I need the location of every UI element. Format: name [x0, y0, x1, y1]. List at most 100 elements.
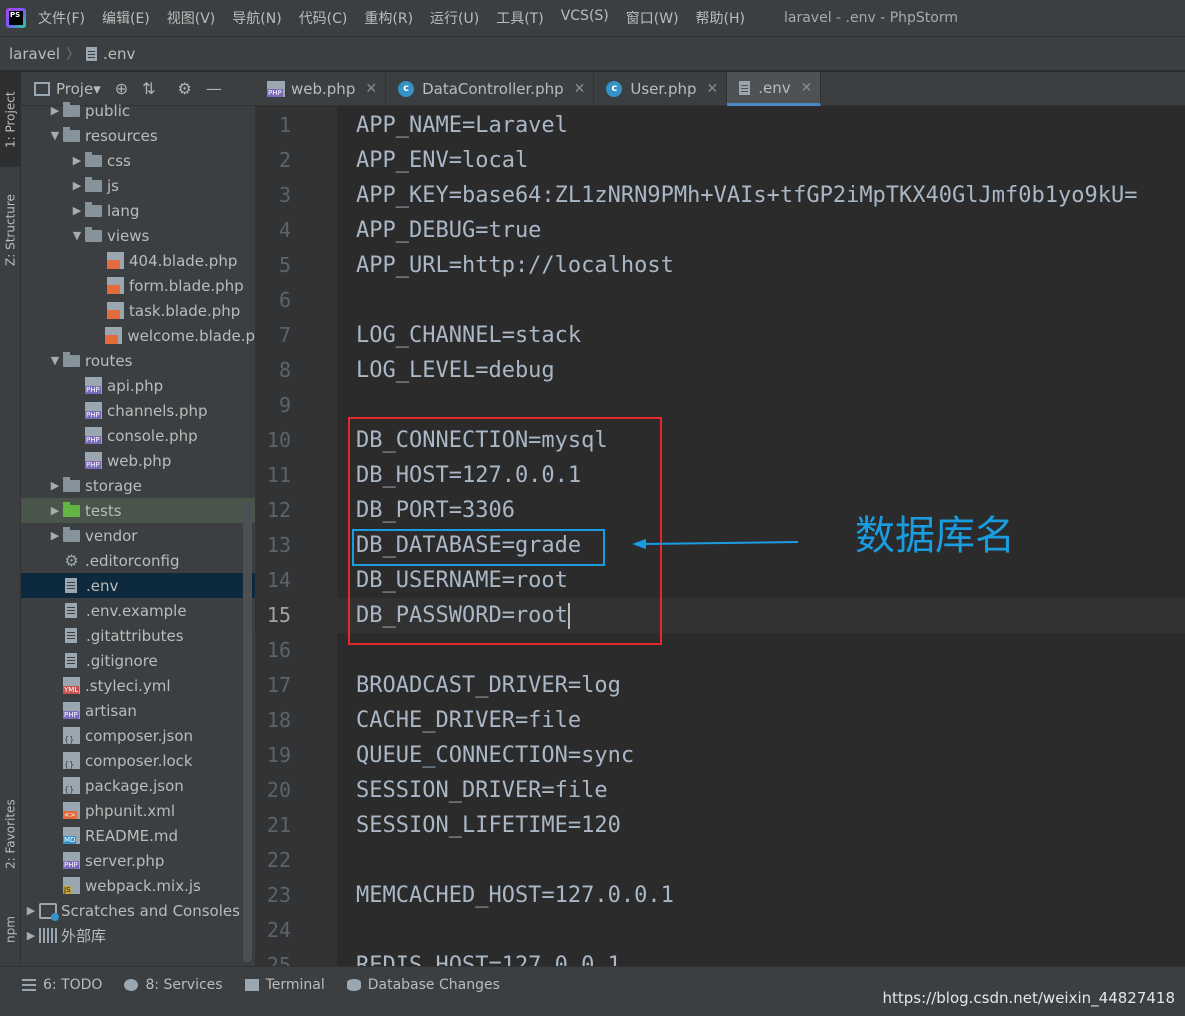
- tree-item[interactable]: ▼ routes: [21, 348, 255, 373]
- menu-item[interactable]: 编辑(E): [102, 8, 150, 28]
- menu-item[interactable]: VCS(S): [561, 8, 609, 28]
- collapsed-arrow-icon[interactable]: ▶: [47, 529, 63, 542]
- tree-item[interactable]: .gitattributes: [21, 623, 255, 648]
- breadcrumb-file[interactable]: .env: [103, 45, 135, 63]
- project-view-selector[interactable]: Proje▾: [56, 80, 101, 98]
- tree-item[interactable]: .gitignore: [21, 648, 255, 673]
- tree-item[interactable]: ⚙ .editorconfig: [21, 548, 255, 573]
- code-line[interactable]: 5 APP_URL=http://localhost: [255, 248, 1185, 283]
- tree-item[interactable]: ▶ lang: [21, 198, 255, 223]
- menu-item[interactable]: 窗口(W): [626, 8, 679, 28]
- tree-item[interactable]: ▶ js: [21, 173, 255, 198]
- tree-item[interactable]: webpack.mix.js: [21, 873, 255, 898]
- collapse-all-icon[interactable]: ⇅: [142, 79, 155, 98]
- code-line[interactable]: 3 APP_KEY=base64:ZL1zNRN9PMh+VAIs+tfGP2iM…: [255, 178, 1185, 213]
- tree-item[interactable]: server.php: [21, 848, 255, 873]
- editor-tab[interactable]: .env ✕: [727, 72, 822, 106]
- collapsed-arrow-icon[interactable]: ▶: [69, 154, 85, 167]
- collapsed-arrow-icon[interactable]: ▶: [23, 929, 39, 942]
- code-line[interactable]: 6: [255, 283, 1185, 318]
- project-tool-button[interactable]: 1: Project: [0, 72, 21, 167]
- editor-tab[interactable]: c DataController.php ✕: [386, 72, 595, 106]
- tree-item[interactable]: ▶ Scratches and Consoles: [21, 898, 255, 923]
- project-tree-scrollbar[interactable]: [243, 502, 252, 962]
- npm-tool-button[interactable]: npm: [0, 900, 21, 960]
- collapsed-arrow-icon[interactable]: ▶: [47, 104, 63, 117]
- menu-item[interactable]: 代码(C): [299, 8, 348, 28]
- code-line[interactable]: 8 LOG_LEVEL=debug: [255, 353, 1185, 388]
- collapsed-arrow-icon[interactable]: ▶: [47, 479, 63, 492]
- collapsed-arrow-icon[interactable]: ▶: [69, 179, 85, 192]
- hide-panel-icon[interactable]: —: [206, 79, 222, 98]
- code-line[interactable]: 4 APP_DEBUG=true: [255, 213, 1185, 248]
- favorites-tool-button[interactable]: 2: Favorites: [0, 784, 21, 884]
- code-line[interactable]: 25 REDIS_HOST=127.0.0.1: [255, 948, 1185, 966]
- close-tab-icon[interactable]: ✕: [574, 81, 586, 97]
- collapsed-arrow-icon[interactable]: ▶: [69, 204, 85, 217]
- tree-item[interactable]: web.php: [21, 448, 255, 473]
- collapsed-arrow-icon[interactable]: ▶: [47, 504, 63, 517]
- tree-item[interactable]: package.json: [21, 773, 255, 798]
- locate-file-icon[interactable]: ⊕: [115, 79, 128, 98]
- bottom-tool-tab[interactable]: 8: Services: [124, 977, 223, 993]
- tree-item[interactable]: channels.php: [21, 398, 255, 423]
- tree-item[interactable]: ▶ storage: [21, 473, 255, 498]
- code-line[interactable]: 2 APP_ENV=local: [255, 143, 1185, 178]
- settings-gear-icon[interactable]: ⚙: [178, 79, 192, 98]
- editor-tab[interactable]: web.php ✕: [255, 72, 387, 106]
- tree-item-label: public: [85, 101, 131, 120]
- code-line[interactable]: 18 CACHE_DRIVER=file: [255, 703, 1185, 738]
- tree-item[interactable]: ▶ 外部库: [21, 923, 255, 948]
- menu-item[interactable]: 工具(T): [496, 8, 543, 28]
- tree-item[interactable]: artisan: [21, 698, 255, 723]
- code-line[interactable]: 24: [255, 913, 1185, 948]
- menu-item[interactable]: 文件(F): [38, 8, 85, 28]
- menu-item[interactable]: 重构(R): [364, 8, 413, 28]
- close-tab-icon[interactable]: ✕: [801, 80, 813, 96]
- tree-item[interactable]: ▶ tests: [21, 498, 255, 523]
- tree-item[interactable]: form.blade.php: [21, 273, 255, 298]
- tree-item[interactable]: 404.blade.php: [21, 248, 255, 273]
- code-line[interactable]: 19 QUEUE_CONNECTION=sync: [255, 738, 1185, 773]
- code-line[interactable]: 23 MEMCACHED_HOST=127.0.0.1: [255, 878, 1185, 913]
- code-line[interactable]: 17 BROADCAST_DRIVER=log: [255, 668, 1185, 703]
- expanded-arrow-icon[interactable]: ▼: [47, 354, 63, 367]
- menu-item[interactable]: 帮助(H): [696, 8, 745, 28]
- code-line[interactable]: 22: [255, 843, 1185, 878]
- menu-item[interactable]: 视图(V): [167, 8, 216, 28]
- code-line[interactable]: 7 LOG_CHANNEL=stack: [255, 318, 1185, 353]
- code-line[interactable]: 21 SESSION_LIFETIME=120: [255, 808, 1185, 843]
- tree-item[interactable]: welcome.blade.p: [21, 323, 255, 348]
- close-tab-icon[interactable]: ✕: [365, 81, 377, 97]
- tree-item[interactable]: task.blade.php: [21, 298, 255, 323]
- tree-item[interactable]: .styleci.yml: [21, 673, 255, 698]
- bottom-tool-tab[interactable]: Terminal: [244, 977, 325, 993]
- bottom-tool-tab[interactable]: Database Changes: [346, 977, 500, 993]
- editor-tab[interactable]: c User.php ✕: [594, 72, 728, 106]
- tree-item[interactable]: console.php: [21, 423, 255, 448]
- tree-item[interactable]: .env.example: [21, 598, 255, 623]
- close-tab-icon[interactable]: ✕: [707, 81, 719, 97]
- tree-item[interactable]: ▼ resources: [21, 123, 255, 148]
- menu-item[interactable]: 导航(N): [232, 8, 281, 28]
- tree-item[interactable]: ▶ css: [21, 148, 255, 173]
- tree-item[interactable]: README.md: [21, 823, 255, 848]
- tree-item[interactable]: composer.json: [21, 723, 255, 748]
- tree-item[interactable]: phpunit.xml: [21, 798, 255, 823]
- menu-item[interactable]: 运行(U): [430, 8, 479, 28]
- tree-item[interactable]: ▼ views: [21, 223, 255, 248]
- tree-item[interactable]: ▶ vendor: [21, 523, 255, 548]
- code-line[interactable]: 20 SESSION_DRIVER=file: [255, 773, 1185, 808]
- window-title: laravel - .env - PhpStorm: [784, 10, 959, 26]
- tree-item[interactable]: .env: [21, 573, 255, 598]
- tree-item[interactable]: api.php: [21, 373, 255, 398]
- breadcrumb-project[interactable]: laravel: [9, 45, 60, 63]
- code-line[interactable]: 1 APP_NAME=Laravel: [255, 108, 1185, 143]
- bottom-tool-tab[interactable]: 6: TODO: [22, 977, 102, 993]
- tree-item[interactable]: ▶ public: [21, 98, 255, 123]
- structure-tool-button[interactable]: Z: Structure: [0, 184, 21, 276]
- expanded-arrow-icon[interactable]: ▼: [69, 229, 85, 242]
- tree-item[interactable]: composer.lock: [21, 748, 255, 773]
- collapsed-arrow-icon[interactable]: ▶: [23, 904, 39, 917]
- expanded-arrow-icon[interactable]: ▼: [47, 129, 63, 142]
